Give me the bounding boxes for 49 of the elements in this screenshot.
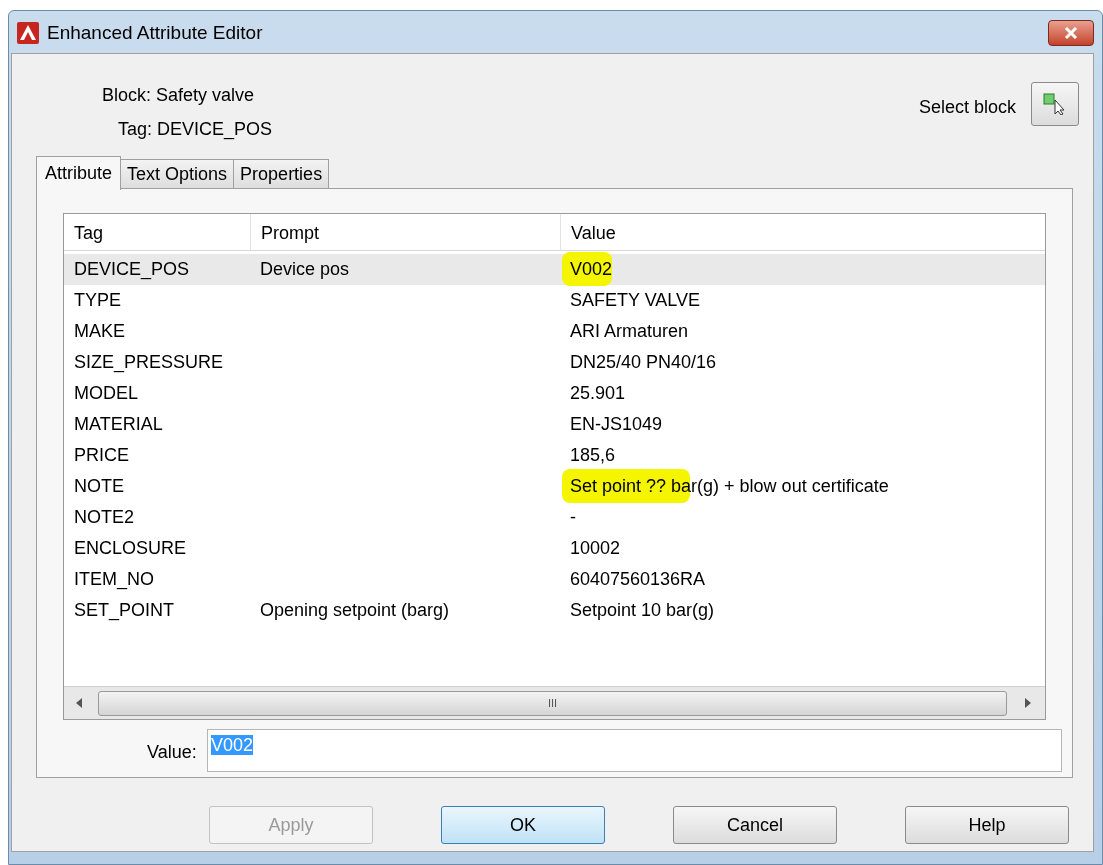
column-header[interactable]: Prompt: [261, 220, 320, 247]
table-cell: MAKE: [74, 321, 125, 341]
column-header[interactable]: Tag: [74, 220, 104, 247]
table-cell: -: [570, 507, 576, 527]
table-cell: SET_POINT: [74, 600, 175, 620]
table-cell: 60407560136RA: [570, 569, 706, 589]
table-cell: 10002: [570, 538, 621, 558]
table-cell: NOTE2: [74, 507, 134, 527]
table-cell: Device pos: [260, 259, 350, 279]
dialog-button[interactable]: OK: [441, 806, 605, 844]
tab[interactable]: Attribute: [36, 156, 122, 190]
dialog-button[interactable]: Help: [905, 806, 1069, 844]
table-cell: SIZE_PRESSURE: [74, 352, 224, 372]
select-block-label: Select block: [918, 96, 1016, 119]
table-cell: PRICE: [74, 445, 129, 465]
close-button[interactable]: [1048, 20, 1094, 46]
select-block-button[interactable]: [1031, 82, 1079, 126]
table-cell: DEVICE_POS: [74, 259, 190, 279]
table-cell: MODEL: [74, 383, 138, 403]
table-row[interactable]: DEVICE_POS Device pos V002: [64, 254, 1045, 285]
tab[interactable]: Text Options: [120, 159, 235, 189]
value-label: Value:: [147, 741, 197, 764]
app-logo-icon: [17, 22, 39, 44]
table-cell: 185,6: [570, 445, 616, 465]
table-cell: ITEM_NO: [74, 569, 154, 589]
block-name: Block: Safety valve: [102, 84, 255, 107]
close-icon: [1064, 27, 1078, 39]
block-cursor-icon: [1043, 93, 1067, 115]
scroll-left-icon[interactable]: [76, 698, 82, 708]
table-cell: TYPE: [74, 290, 121, 310]
column-header[interactable]: Value: [571, 220, 616, 247]
table-cell: 25.901: [570, 383, 626, 403]
table-cell: Opening setpoint (barg): [260, 600, 450, 620]
window-title: Enhanced Attribute Editor: [47, 20, 263, 45]
table-cell: NOTE: [74, 476, 124, 496]
table-cell: V002: [570, 259, 613, 279]
table-cell: ENCLOSURE: [74, 538, 187, 558]
table-cell: DN25/40 PN40/16: [570, 352, 717, 372]
table-cell: ARI Armaturen: [570, 321, 689, 341]
tab[interactable]: Properties: [233, 159, 330, 189]
table-cell: EN-JS1049: [570, 414, 663, 434]
scrollbar-thumb[interactable]: III: [98, 690, 1007, 716]
table-cell: Setpoint 10 bar(g): [570, 600, 715, 620]
tag-name: Tag: DEVICE_POS: [118, 118, 273, 142]
table-cell: SAFETY VALVE: [570, 290, 701, 310]
table-cell: MATERIAL: [74, 414, 163, 434]
dialog-button[interactable]: Cancel: [673, 806, 837, 844]
scroll-right-icon[interactable]: [1025, 698, 1031, 708]
horizontal-scrollbar[interactable]: III: [64, 686, 1045, 719]
